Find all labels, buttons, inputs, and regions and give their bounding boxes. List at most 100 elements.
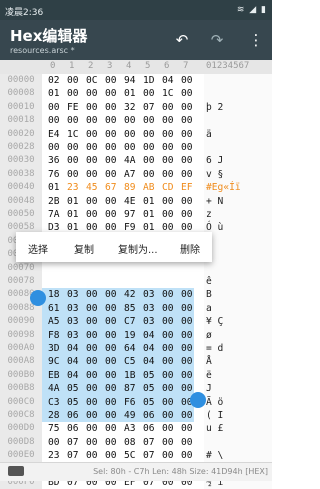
hex-byte[interactable]: 00 — [86, 302, 103, 315]
hex-byte[interactable]: 42 — [124, 288, 141, 301]
hex-byte[interactable]: 00 — [105, 329, 122, 342]
hex-byte[interactable]: 00 — [181, 329, 198, 342]
hex-byte[interactable]: 00 — [48, 436, 65, 449]
hex-byte[interactable]: 00 — [67, 154, 84, 167]
menu-delete[interactable]: 删除 — [180, 241, 200, 256]
hex-byte[interactable]: 00 — [105, 449, 122, 462]
ascii-text[interactable]: + N — [204, 194, 272, 208]
menu-copy[interactable]: 复制 — [74, 241, 94, 256]
ascii-text[interactable]: H — [204, 234, 272, 249]
hex-byte[interactable]: 00 — [124, 114, 141, 127]
hex-byte[interactable]: 00 — [105, 422, 122, 435]
hex-byte[interactable]: 00 — [181, 128, 198, 141]
hex-byte[interactable]: 00 — [105, 154, 122, 167]
ascii-text[interactable]: a — [204, 301, 272, 316]
hex-byte[interactable]: 04 — [143, 342, 160, 355]
hex-byte[interactable]: 1C — [67, 128, 84, 141]
hex-byte[interactable]: 05 — [143, 382, 160, 395]
ascii-text[interactable] — [204, 114, 272, 128]
hex-byte[interactable]: 06 — [143, 422, 160, 435]
hex-byte[interactable]: 4A — [48, 382, 65, 395]
hex-byte[interactable]: 00 — [162, 208, 179, 221]
ascii-text[interactable]: ê — [204, 275, 272, 289]
hex-byte[interactable]: C3 — [48, 396, 65, 409]
ascii-text[interactable]: v § — [204, 167, 272, 182]
hex-byte[interactable]: 00 — [105, 195, 122, 208]
hex-byte[interactable]: 00 — [143, 128, 160, 141]
hex-byte[interactable]: 01 — [67, 208, 84, 221]
hex-byte[interactable]: 03 — [67, 329, 84, 342]
hex-byte[interactable]: 00 — [124, 128, 141, 141]
redo-icon[interactable]: ↷ — [205, 28, 229, 52]
hex-byte[interactable]: 00 — [181, 369, 198, 382]
ascii-text[interactable] — [204, 248, 272, 262]
hex-byte[interactable]: 04 — [67, 342, 84, 355]
hex-byte[interactable]: E4 — [48, 128, 65, 141]
hex-byte[interactable]: 00 — [67, 74, 84, 87]
hex-byte[interactable]: 00 — [162, 128, 179, 141]
ascii-text[interactable]: J — [204, 382, 272, 396]
hex-byte[interactable]: 03 — [67, 315, 84, 328]
hex-byte[interactable]: 00 — [162, 355, 179, 368]
ascii-text[interactable]: 6 J — [204, 154, 272, 168]
hex-byte[interactable]: 00 — [143, 168, 160, 181]
ascii-text[interactable]: ( I — [204, 409, 272, 423]
hex-byte[interactable]: 00 — [181, 154, 198, 167]
hex-byte[interactable]: 89 — [124, 181, 141, 194]
hex-byte[interactable]: 00 — [181, 302, 198, 315]
hex-byte[interactable]: 07 — [143, 436, 160, 449]
hex-byte[interactable]: 00 — [105, 208, 122, 221]
hex-byte[interactable]: 00 — [105, 355, 122, 368]
hex-byte[interactable]: 9C — [48, 355, 65, 368]
ascii-text[interactable] — [204, 87, 272, 101]
hex-byte[interactable]: 03 — [143, 315, 160, 328]
hex-byte[interactable]: 00 — [67, 114, 84, 127]
hex-byte[interactable]: C5 — [124, 355, 141, 368]
hex-byte[interactable]: 1D — [143, 74, 160, 87]
hex-byte[interactable]: 00 — [105, 168, 122, 181]
hex-byte[interactable]: 00 — [181, 436, 198, 449]
ascii-text[interactable] — [204, 141, 272, 155]
more-icon[interactable]: ⋮ — [244, 28, 268, 52]
hex-byte[interactable]: A3 — [124, 422, 141, 435]
hex-byte[interactable]: 00 — [143, 87, 160, 100]
hex-byte[interactable]: 00 — [162, 422, 179, 435]
hex-byte[interactable]: 00 — [105, 315, 122, 328]
hex-byte[interactable]: 00 — [105, 382, 122, 395]
hex-byte[interactable]: 00 — [143, 154, 160, 167]
hex-byte[interactable]: 00 — [162, 342, 179, 355]
hex-byte[interactable]: 64 — [124, 342, 141, 355]
hex-byte[interactable]: 00 — [162, 154, 179, 167]
hex-byte[interactable]: 00 — [181, 355, 198, 368]
hex-byte[interactable]: 04 — [162, 74, 179, 87]
hex-byte[interactable]: 00 — [86, 396, 103, 409]
hex-byte[interactable]: EB — [48, 369, 65, 382]
hex-byte[interactable]: 00 — [86, 382, 103, 395]
ascii-text[interactable]: Ã ö — [204, 395, 272, 409]
ascii-text[interactable] — [204, 261, 272, 275]
hex-byte[interactable]: 00 — [162, 168, 179, 181]
hex-byte[interactable]: 00 — [105, 288, 122, 301]
hex-byte[interactable]: 00 — [86, 114, 103, 127]
hex-byte[interactable]: 00 — [86, 369, 103, 382]
hex-byte[interactable]: 1B — [124, 369, 141, 382]
hex-byte[interactable]: 00 — [86, 329, 103, 342]
ascii-text[interactable]: ë — [204, 368, 272, 383]
hex-byte[interactable]: 4A — [124, 154, 141, 167]
hex-byte[interactable]: 00 — [48, 101, 65, 114]
ascii-text[interactable] — [204, 435, 272, 450]
ascii-text[interactable]: ä — [204, 127, 272, 141]
hex-byte[interactable]: 05 — [67, 396, 84, 409]
hex-byte[interactable]: 4E — [124, 195, 141, 208]
hex-byte[interactable]: 00 — [105, 409, 122, 422]
hex-byte[interactable]: 32 — [124, 101, 141, 114]
hex-byte[interactable]: 76 — [48, 168, 65, 181]
hex-byte[interactable]: AB — [143, 181, 160, 194]
hex-byte[interactable]: 00 — [105, 101, 122, 114]
hex-byte[interactable]: 7A — [48, 208, 65, 221]
ascii-text[interactable]: þ 2 — [204, 100, 272, 115]
hex-byte[interactable]: 87 — [124, 382, 141, 395]
hex-byte[interactable]: 00 — [86, 87, 103, 100]
hex-byte[interactable]: EF — [181, 181, 198, 194]
hex-byte[interactable]: 01 — [67, 195, 84, 208]
